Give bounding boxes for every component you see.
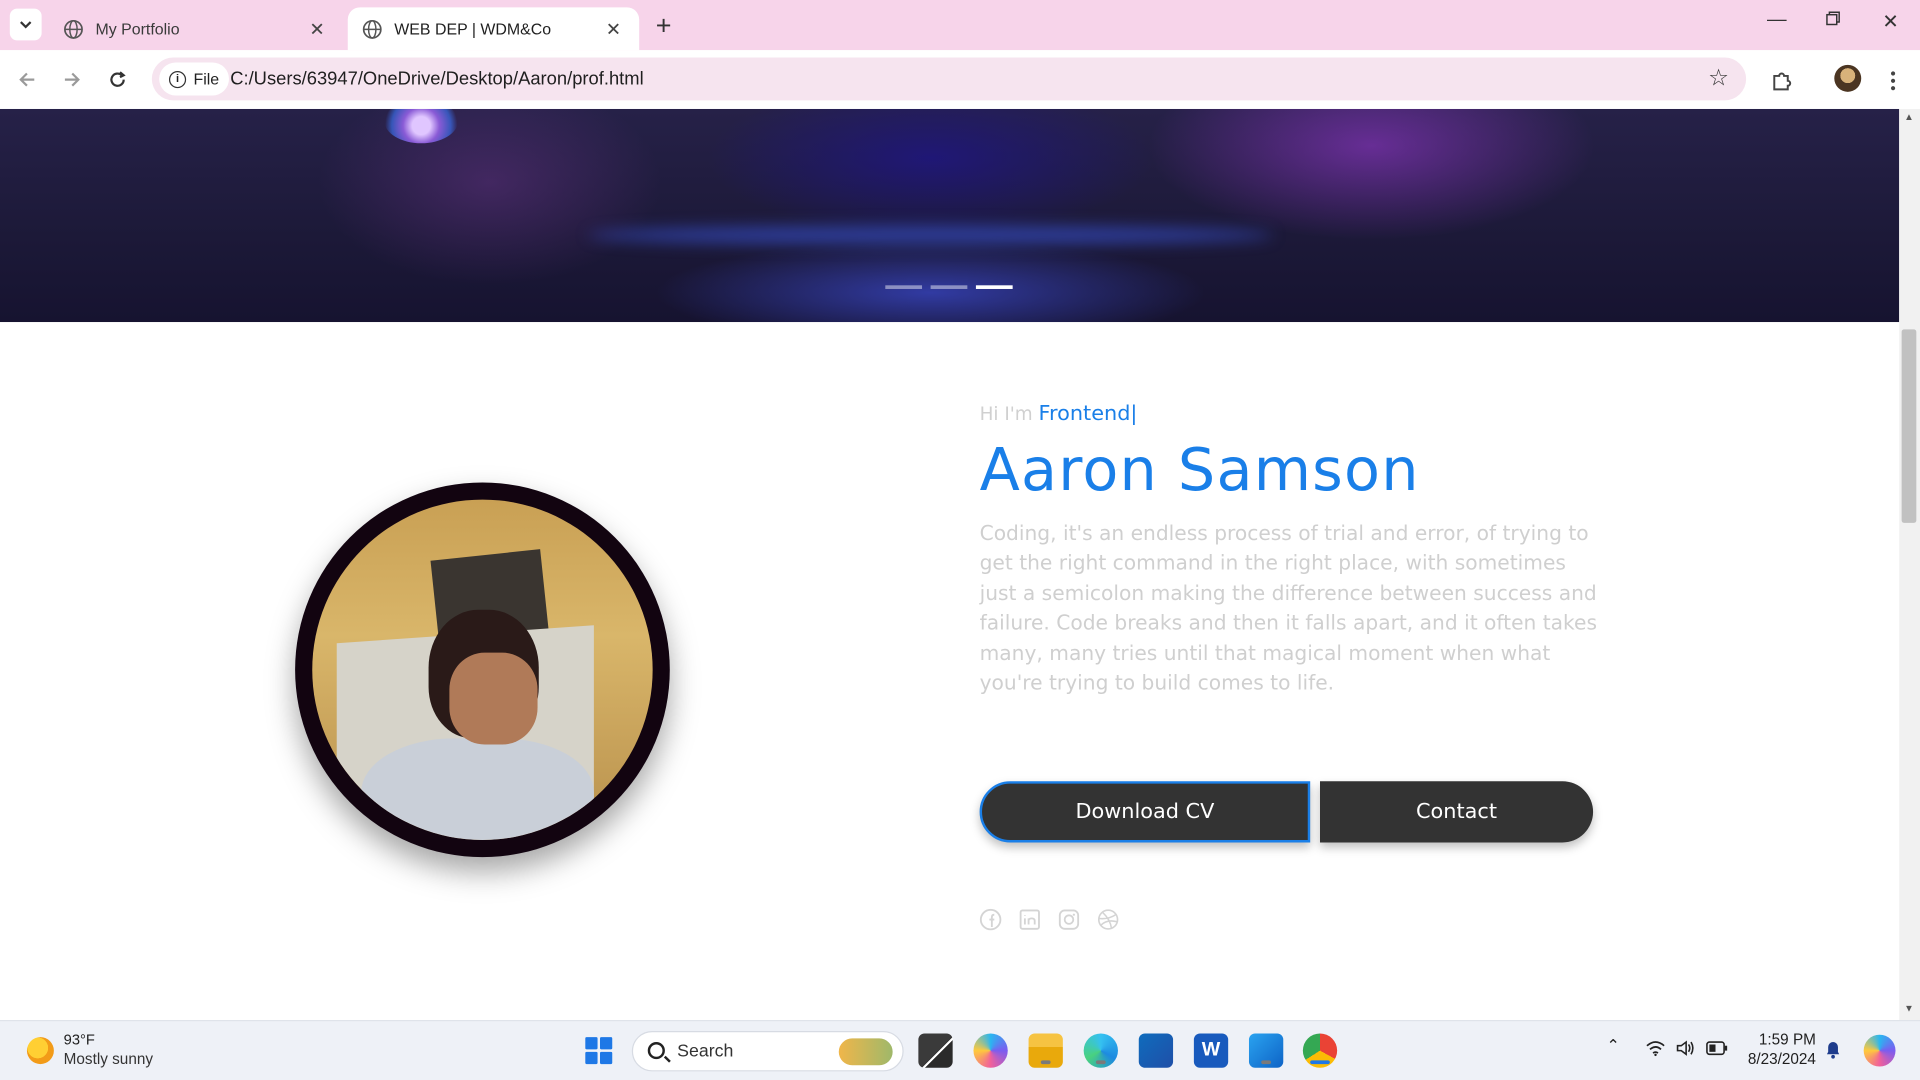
screen: My Portfolio ✕ WEB DEP | WDM&Co ✕ + — ✕ …	[0, 0, 1920, 1080]
tray-overflow-icon[interactable]: ⌃	[1607, 1036, 1620, 1056]
weather-description[interactable]: Mostly sunny	[64, 1051, 153, 1068]
facebook-icon[interactable]	[979, 908, 1002, 931]
tab-title: WEB DEP | WDM&Co	[394, 19, 552, 38]
puzzle-icon	[1773, 72, 1792, 91]
battery-icon[interactable]	[1706, 1041, 1728, 1056]
new-tab-button[interactable]: +	[649, 10, 678, 42]
profile-photo-frame	[295, 482, 670, 858]
instagram-icon[interactable]	[1058, 909, 1080, 931]
wifi-icon[interactable]	[1646, 1040, 1666, 1057]
restore-button[interactable]	[1815, 10, 1852, 32]
site-chip-label: File	[193, 69, 220, 89]
bio-paragraph: Coding, it's an endless process of trial…	[979, 521, 1597, 695]
word-icon[interactable]: W	[1193, 1033, 1229, 1068]
download-cv-button[interactable]: Download CV	[979, 781, 1311, 843]
forward-button[interactable]	[58, 65, 87, 94]
greeting-line: Hi I'm Frontend|	[980, 402, 1138, 426]
tab-search-button[interactable]	[9, 8, 42, 41]
clock-time[interactable]: 1:59 PM	[1759, 1031, 1816, 1048]
hero-carousel	[0, 108, 1900, 323]
search-highlight-image	[838, 1038, 893, 1066]
tab-web-dep[interactable]: WEB DEP | WDM&Co ✕	[347, 7, 640, 51]
task-view-icon[interactable]	[918, 1033, 953, 1068]
page-scrollbar[interactable]: ▲ ▼	[1899, 108, 1920, 1021]
carousel-indicator[interactable]	[930, 285, 968, 289]
url-text[interactable]: C:/Users/63947/OneDrive/Desktop/Aaron/pr…	[230, 69, 643, 90]
bookmark-star-icon[interactable]: ☆	[1708, 65, 1729, 93]
notification-bell-icon[interactable]	[1824, 1040, 1841, 1060]
weather-temperature[interactable]: 93°F	[64, 1031, 95, 1048]
close-icon[interactable]: ✕	[602, 18, 624, 40]
chrome-icon[interactable]	[1302, 1033, 1338, 1068]
microsoft-store-icon[interactable]	[1138, 1033, 1174, 1068]
tab-my-portfolio[interactable]: My Portfolio ✕	[49, 7, 343, 50]
profile-photo	[312, 499, 653, 841]
windows-start-icon[interactable]	[585, 1037, 613, 1065]
more-vert-icon	[1890, 71, 1896, 91]
typed-role: Frontend	[1038, 401, 1131, 427]
site-info-chip[interactable]: i File	[159, 62, 229, 96]
edge-icon[interactable]	[1083, 1033, 1118, 1068]
arrow-right-icon	[64, 72, 80, 87]
contact-button[interactable]: Contact	[1320, 781, 1594, 843]
greeting-prefix: Hi I'm	[979, 402, 1033, 425]
clock-date[interactable]: 8/23/2024	[1748, 1051, 1816, 1068]
globe-icon	[64, 19, 83, 39]
search-icon	[647, 1042, 665, 1060]
profile-avatar[interactable]	[1834, 64, 1862, 92]
search-label: Search	[677, 1042, 734, 1062]
weather-sun-icon[interactable]	[26, 1037, 54, 1065]
carousel-indicator[interactable]	[885, 285, 923, 289]
scroll-down-icon[interactable]: ▼	[1903, 1003, 1915, 1014]
tab-title: My Portfolio	[95, 19, 180, 38]
tab-strip: My Portfolio ✕ WEB DEP | WDM&Co ✕ + — ✕	[0, 0, 1920, 51]
carousel-indicators	[885, 285, 1013, 289]
close-icon[interactable]: ✕	[306, 18, 328, 40]
back-button[interactable]	[12, 65, 41, 94]
typing-cursor: |	[1130, 401, 1138, 427]
chevron-down-icon	[20, 21, 32, 29]
address-bar[interactable]: i File C:/Users/63947/OneDrive/Desktop/A…	[151, 57, 1747, 101]
hero-glow-decoration	[587, 225, 1274, 245]
minimize-button[interactable]: —	[1758, 10, 1795, 32]
reload-icon	[110, 71, 126, 87]
arrow-left-icon	[19, 72, 35, 87]
extensions-button[interactable]	[1766, 65, 1798, 97]
volume-icon[interactable]	[1675, 1040, 1697, 1057]
linkedin-icon[interactable]	[1019, 909, 1041, 931]
hero-orb-decoration	[384, 108, 458, 144]
copilot-tray-icon[interactable]	[1863, 1034, 1896, 1067]
vscode-icon[interactable]	[1248, 1033, 1284, 1068]
hero-name: Aaron Samson	[979, 435, 1420, 505]
taskbar-search[interactable]: Search	[631, 1031, 904, 1072]
social-links	[979, 908, 1120, 931]
dribbble-icon[interactable]	[1097, 909, 1119, 931]
copilot-icon[interactable]	[973, 1033, 1008, 1068]
file-explorer-icon[interactable]	[1028, 1033, 1063, 1068]
restore-icon	[1826, 11, 1840, 26]
browser-toolbar: i File C:/Users/63947/OneDrive/Desktop/A…	[0, 50, 1920, 109]
globe-icon	[362, 19, 382, 39]
scroll-thumb[interactable]	[1901, 329, 1917, 523]
scroll-up-icon[interactable]: ▲	[1903, 111, 1915, 122]
menu-button[interactable]	[1877, 65, 1909, 97]
carousel-indicator[interactable]	[975, 285, 1013, 289]
reload-button[interactable]	[103, 65, 132, 94]
info-icon: i	[168, 70, 187, 88]
windows-taskbar: 93°F Mostly sunny Search W ⌃ 1:59 PM 8/2…	[0, 1020, 1920, 1080]
close-window-button[interactable]: ✕	[1872, 10, 1909, 34]
